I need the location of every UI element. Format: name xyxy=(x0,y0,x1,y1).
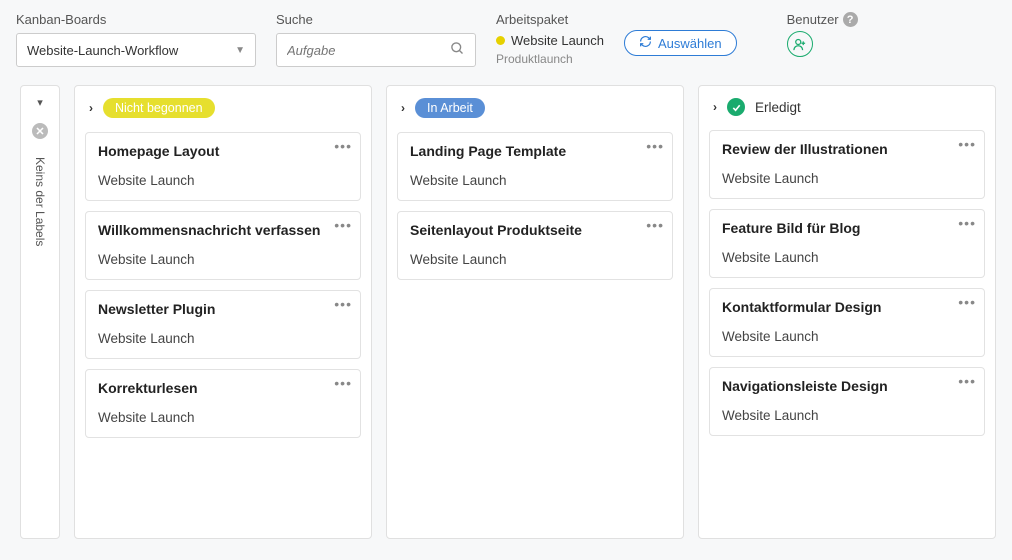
kanban-column: ›Nicht begonnen•••Homepage LayoutWebsite… xyxy=(74,85,372,539)
header-bar: Kanban-Boards Website-Launch-Workflow ▼ … xyxy=(0,0,1012,75)
kanban-column: ›Erledigt•••Review der IllustrationenWeb… xyxy=(698,85,996,539)
user-label-row: Benutzer ? xyxy=(787,12,858,27)
card-menu-icon[interactable]: ••• xyxy=(334,297,352,311)
collapse-icon[interactable]: ▾ xyxy=(37,96,43,109)
kanban-column: ›In Arbeit•••Landing Page TemplateWebsit… xyxy=(386,85,684,539)
select-button[interactable]: Auswählen xyxy=(624,30,737,56)
card-title: Seitenlayout Produktseite xyxy=(410,222,660,238)
card-title: Review der Illustrationen xyxy=(722,141,972,157)
user-label: Benutzer xyxy=(787,12,839,27)
card-project: Website Launch xyxy=(98,252,348,267)
caret-down-icon: ▼ xyxy=(235,45,245,56)
board-select-value: Website-Launch-Workflow xyxy=(27,43,178,58)
card-menu-icon[interactable]: ••• xyxy=(334,139,352,153)
search-group: Suche xyxy=(276,12,476,67)
column-header: › Erledigt xyxy=(709,96,985,120)
card-menu-icon[interactable]: ••• xyxy=(334,376,352,390)
arbeitspaket-group: Arbeitspaket Website Launch Produktlaunc… xyxy=(496,12,604,66)
kanban-card[interactable]: •••Feature Bild für Blog Website Launch xyxy=(709,209,985,278)
column-status-pill: Nicht begonnen xyxy=(103,98,215,118)
kanban-card[interactable]: •••Willkommensnachricht verfassen Website… xyxy=(85,211,361,280)
card-project: Website Launch xyxy=(410,173,660,188)
search-icon[interactable] xyxy=(450,41,465,59)
check-circle-icon xyxy=(727,98,745,116)
kanban-card[interactable]: •••Navigationsleiste Design Website Launc… xyxy=(709,367,985,436)
card-menu-icon[interactable]: ••• xyxy=(646,139,664,153)
card-title: Korrekturlesen xyxy=(98,380,348,396)
card-menu-icon[interactable]: ••• xyxy=(958,137,976,151)
side-rail: ▾ ✕ Keins der Labels xyxy=(20,85,60,539)
arbeitspaket-label: Arbeitspaket xyxy=(496,12,604,27)
card-menu-icon[interactable]: ••• xyxy=(958,295,976,309)
card-project: Website Launch xyxy=(722,408,972,423)
chevron-right-icon[interactable]: › xyxy=(89,101,93,115)
kanban-card[interactable]: •••Kontaktformular Design Website Launch xyxy=(709,288,985,357)
board-select[interactable]: Website-Launch-Workflow ▼ xyxy=(16,33,256,67)
column-header: › In Arbeit xyxy=(397,96,673,122)
status-dot-icon xyxy=(496,36,505,45)
card-project: Website Launch xyxy=(722,250,972,265)
search-box[interactable] xyxy=(276,33,476,67)
kanban-card[interactable]: •••Review der Illustrationen Website Laun… xyxy=(709,130,985,199)
search-label: Suche xyxy=(276,12,476,27)
card-project: Website Launch xyxy=(722,171,972,186)
user-group: Benutzer ? xyxy=(787,12,858,57)
select-button-label: Auswählen xyxy=(658,36,722,51)
card-title: Feature Bild für Blog xyxy=(722,220,972,236)
card-title: Landing Page Template xyxy=(410,143,660,159)
card-menu-icon[interactable]: ••• xyxy=(958,374,976,388)
card-project: Website Launch xyxy=(98,173,348,188)
column-header: › Nicht begonnen xyxy=(85,96,361,122)
chevron-right-icon[interactable]: › xyxy=(713,100,717,114)
card-menu-icon[interactable]: ••• xyxy=(334,218,352,232)
boards-label: Kanban-Boards xyxy=(16,12,256,27)
column-status-label: Erledigt xyxy=(755,100,801,115)
kanban-board: ▾ ✕ Keins der Labels ›Nicht begonnen•••H… xyxy=(0,75,1012,555)
help-icon[interactable]: ? xyxy=(843,12,858,27)
kanban-card[interactable]: •••Newsletter Plugin Website Launch xyxy=(85,290,361,359)
card-menu-icon[interactable]: ••• xyxy=(958,216,976,230)
search-input[interactable] xyxy=(287,43,427,58)
kanban-card[interactable]: •••Seitenlayout Produktseite Website Laun… xyxy=(397,211,673,280)
side-rail-label: Keins der Labels xyxy=(33,157,47,246)
arbeitspaket-title-row: Website Launch xyxy=(496,33,604,48)
card-project: Website Launch xyxy=(410,252,660,267)
kanban-card[interactable]: •••Landing Page Template Website Launch xyxy=(397,132,673,201)
clear-filter-icon[interactable]: ✕ xyxy=(32,123,48,139)
card-project: Website Launch xyxy=(98,331,348,346)
chevron-right-icon[interactable]: › xyxy=(401,101,405,115)
card-project: Website Launch xyxy=(722,329,972,344)
kanban-card[interactable]: •••Korrekturlesen Website Launch xyxy=(85,369,361,438)
card-project: Website Launch xyxy=(98,410,348,425)
card-title: Homepage Layout xyxy=(98,143,348,159)
boards-group: Kanban-Boards Website-Launch-Workflow ▼ xyxy=(16,12,256,67)
column-status-pill: In Arbeit xyxy=(415,98,485,118)
card-menu-icon[interactable]: ••• xyxy=(646,218,664,232)
add-user-button[interactable] xyxy=(787,31,813,57)
card-title: Navigationsleiste Design xyxy=(722,378,972,394)
arbeitspaket-subtitle: Produktlaunch xyxy=(496,52,604,66)
card-title: Willkommensnachricht verfassen xyxy=(98,222,348,238)
card-title: Newsletter Plugin xyxy=(98,301,348,317)
refresh-icon xyxy=(639,35,652,51)
card-title: Kontaktformular Design xyxy=(722,299,972,315)
arbeitspaket-title: Website Launch xyxy=(511,33,604,48)
kanban-card[interactable]: •••Homepage Layout Website Launch xyxy=(85,132,361,201)
